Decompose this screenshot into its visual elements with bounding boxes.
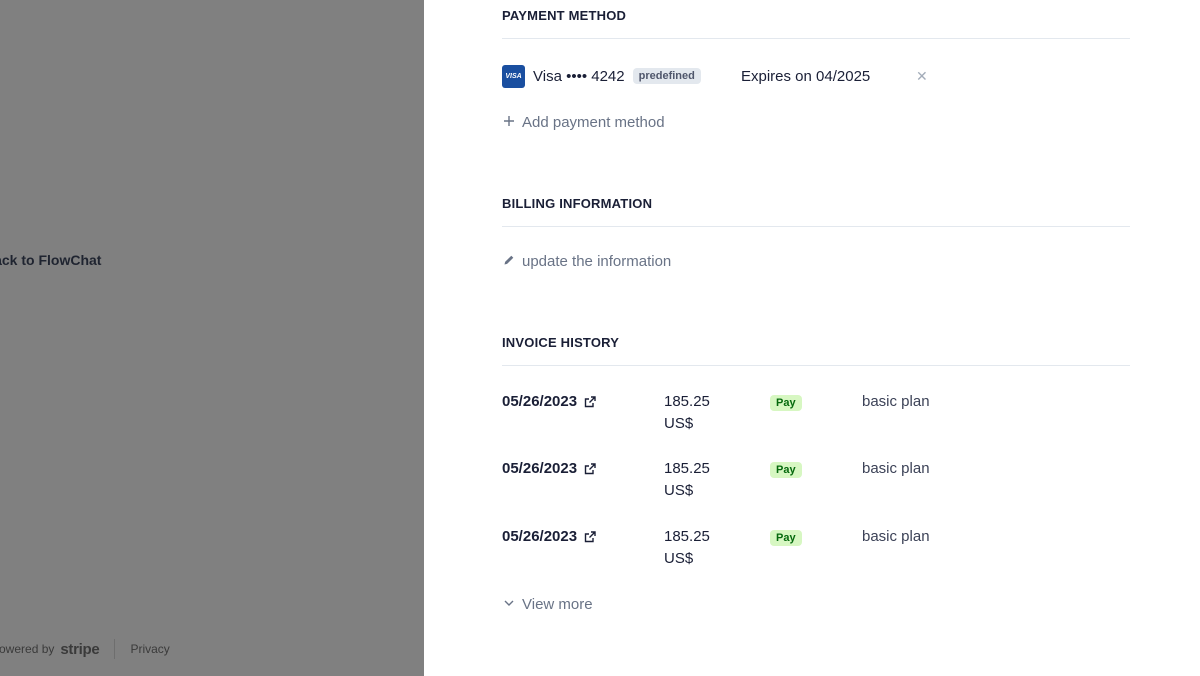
left-overlay-panel: Back to FlowChat Powered by stripe Priva…: [0, 0, 424, 676]
external-link-icon: [584, 462, 596, 474]
footer-divider: [114, 639, 116, 659]
update-information-label: update the information: [522, 253, 672, 270]
back-link[interactable]: Back to FlowChat: [0, 252, 120, 268]
invoice-row[interactable]: 05/26/2023 185.25 US$ Pay basic plan: [502, 528, 1130, 572]
invoice-amount-currency: US$: [664, 482, 694, 499]
invoice-date-link[interactable]: 05/26/2023: [502, 393, 596, 410]
divider: [502, 226, 1130, 227]
visa-logo-icon: VISA: [502, 64, 525, 88]
invoice-amount: 185.25 US$: [664, 526, 710, 570]
update-information-button[interactable]: update the information: [502, 253, 671, 270]
divider: [502, 38, 1130, 39]
default-badge: predefined: [632, 68, 701, 84]
invoice-date-link[interactable]: 05/26/2023: [502, 528, 596, 545]
footer: Powered by stripe Privacy: [0, 639, 170, 659]
status-badge: Pay: [770, 395, 802, 411]
status-badge: Pay: [770, 462, 802, 478]
privacy-link[interactable]: Privacy: [130, 642, 169, 656]
invoice-amount-currency: US$: [664, 415, 694, 432]
invoice-amount-value: 185.25: [664, 528, 710, 545]
view-more-button[interactable]: View more: [502, 596, 593, 613]
invoice-plan: basic plan: [862, 460, 930, 477]
powered-by-label: Powered by: [0, 642, 55, 656]
back-link-label: Back to FlowChat: [0, 252, 102, 268]
section-title-billing-information: BILLING INFORMATION: [502, 196, 653, 211]
card-number: Visa •••• 4242: [533, 67, 625, 85]
invoice-amount: 185.25 US$: [664, 391, 710, 435]
invoice-amount-currency: US$: [664, 550, 694, 567]
invoice-row[interactable]: 05/26/2023 185.25 US$ Pay basic plan: [502, 393, 1130, 437]
view-more-label: View more: [522, 596, 593, 613]
billing-information-section: BILLING INFORMATION: [502, 196, 1130, 227]
invoice-date: 05/26/2023: [502, 460, 578, 477]
status-badge: Pay: [770, 530, 802, 546]
section-title-payment-method: PAYMENT METHOD: [502, 8, 627, 23]
invoice-row[interactable]: 05/26/2023 185.25 US$ Pay basic plan: [502, 460, 1130, 504]
invoice-date-link[interactable]: 05/26/2023: [502, 460, 596, 477]
invoice-date: 05/26/2023: [502, 528, 578, 545]
payment-method-section: PAYMENT METHOD: [502, 8, 1130, 39]
section-title-invoice-history: INVOICE HISTORY: [502, 335, 620, 350]
close-icon[interactable]: ✕: [916, 68, 928, 85]
invoice-plan: basic plan: [862, 393, 930, 410]
add-payment-method-button[interactable]: Add payment method: [502, 114, 665, 131]
plus-icon: [502, 114, 516, 131]
pencil-icon: [502, 253, 516, 270]
invoice-amount: 185.25 US$: [664, 458, 710, 502]
external-link-icon: [584, 530, 596, 542]
add-payment-method-label: Add payment method: [522, 114, 665, 131]
payment-card-row: VISA Visa •••• 4242 predefined Expires o…: [502, 64, 1130, 88]
divider: [502, 365, 1130, 366]
invoice-history-section: INVOICE HISTORY: [502, 335, 1130, 366]
invoice-date: 05/26/2023: [502, 393, 578, 410]
invoice-amount-value: 185.25: [664, 460, 710, 477]
invoice-plan: basic plan: [862, 528, 930, 545]
chevron-down-icon: [502, 596, 516, 613]
card-expiry: Expires on 04/2025: [741, 67, 871, 85]
external-link-icon: [584, 395, 596, 407]
stripe-logo[interactable]: stripe: [60, 641, 99, 658]
invoice-amount-value: 185.25: [664, 393, 710, 410]
